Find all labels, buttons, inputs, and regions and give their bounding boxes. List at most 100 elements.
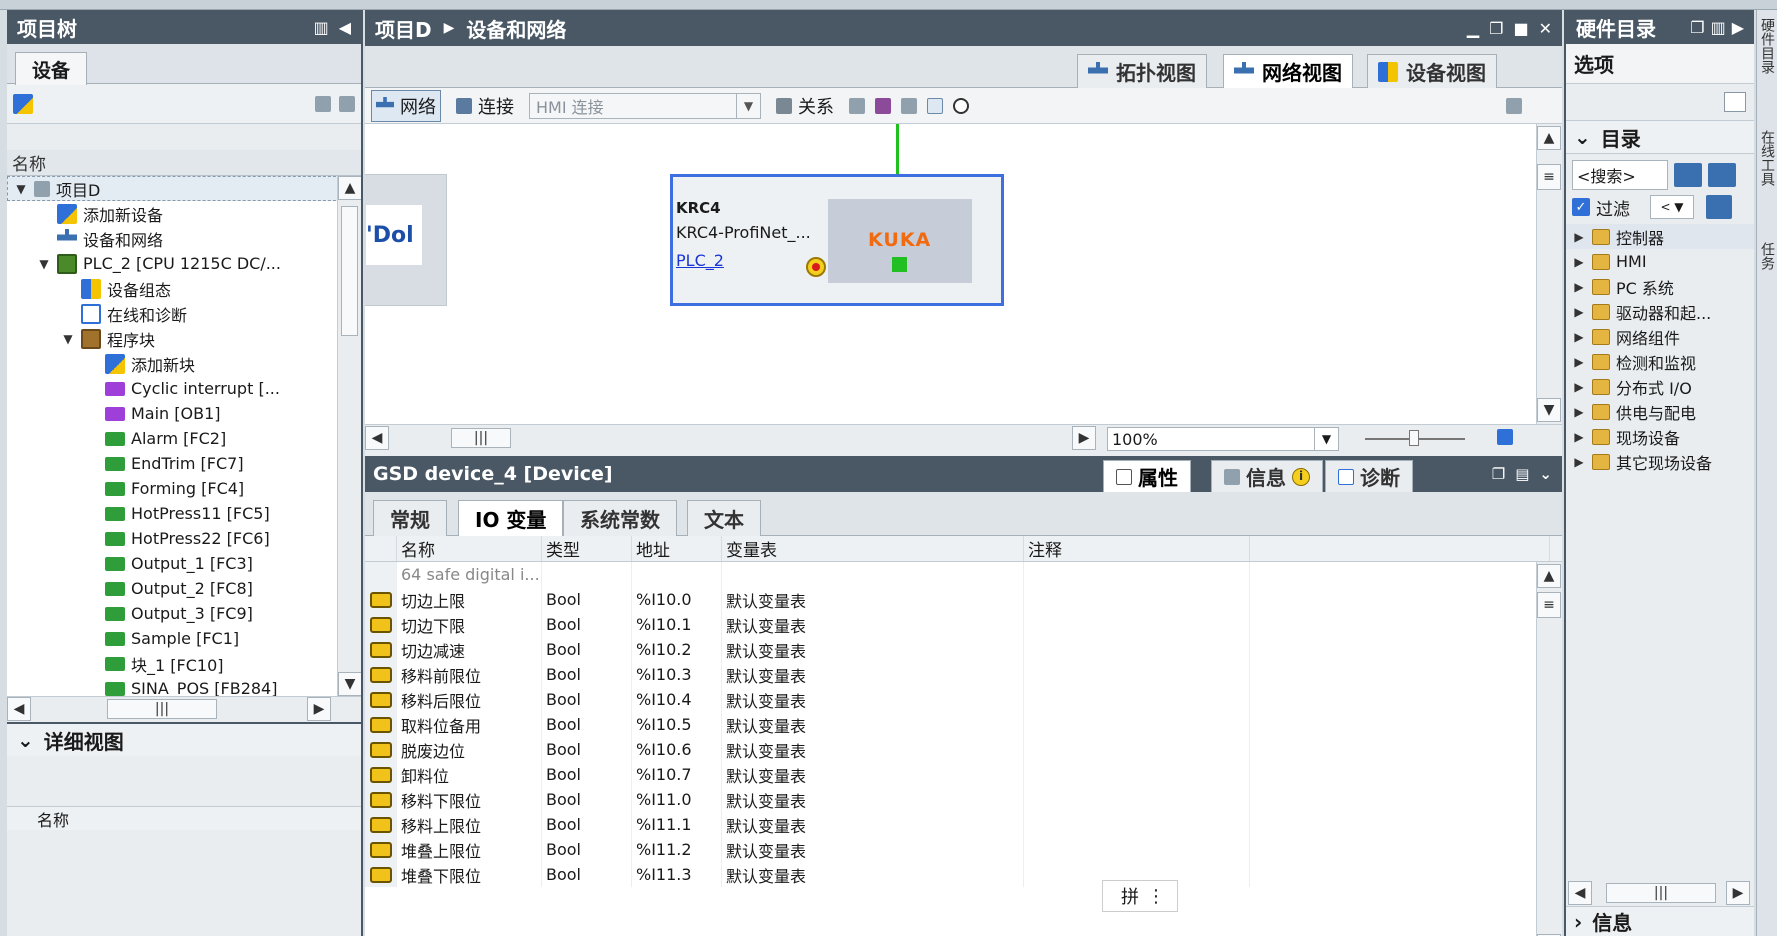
catalog-item[interactable]: ▶ 网络组件 <box>1566 324 1754 349</box>
table-row[interactable]: 移料后限位 Bool %I10.4 默认变量表 <box>365 687 1562 712</box>
cell-address[interactable]: %I11.0 <box>632 787 722 812</box>
cell-name[interactable]: 移料后限位 <box>397 687 542 712</box>
options-header[interactable]: 选项 <box>1566 44 1754 84</box>
controller-link[interactable]: PLC_2 <box>676 251 724 270</box>
tree-item[interactable]: ▼ 程序块 <box>7 326 361 351</box>
col-address[interactable]: 地址 <box>632 536 722 561</box>
cell-type[interactable]: Bool <box>542 637 632 662</box>
collapse-icon[interactable]: ⌄ <box>1539 465 1552 483</box>
tree-item[interactable]: ▼ 项目D <box>7 176 361 201</box>
connection-type-select[interactable]: HMI 连接 ▼ <box>529 92 761 119</box>
cell-type[interactable]: Bool <box>542 812 632 837</box>
options-toggle-icon[interactable] <box>1724 92 1746 112</box>
catalog-item[interactable]: ▶ 检测和监视 <box>1566 349 1754 374</box>
connect-button[interactable]: 连接 <box>451 90 519 122</box>
expand-arrow-icon[interactable]: ▼ <box>61 332 75 346</box>
expand-arrow-icon[interactable]: ▶ <box>1572 455 1586 469</box>
cell-name[interactable]: 切边下限 <box>397 612 542 637</box>
table-row[interactable]: 取料位备用 Bool %I10.5 默认变量表 <box>365 712 1562 737</box>
tab-system-constants[interactable]: 系统常数 <box>563 500 677 536</box>
expand-arrow-icon[interactable]: ▼ <box>14 182 28 196</box>
scroll-up-button[interactable]: ▲ <box>1537 564 1561 588</box>
expand-arrow-icon[interactable]: ▶ <box>1572 405 1586 419</box>
float-icon[interactable]: ❐ <box>1492 465 1505 483</box>
cell-type[interactable]: Bool <box>542 612 632 637</box>
scroll-thumb[interactable] <box>341 206 358 336</box>
table-scrollbar[interactable]: ▲ ≡ ▼ <box>1536 562 1562 936</box>
tree-item[interactable]: 添加新块 <box>7 351 361 376</box>
scroll-thumb[interactable]: ≡ <box>1537 164 1561 190</box>
cell-type[interactable]: Bool <box>542 787 632 812</box>
table-row[interactable]: 切边减速 Bool %I10.2 默认变量表 <box>365 637 1562 662</box>
cell-address[interactable]: %I10.7 <box>632 762 722 787</box>
cell-comment[interactable] <box>1024 712 1250 737</box>
tab-diagnostics[interactable]: 诊断 <box>1325 460 1413 492</box>
cell-address[interactable]: %I10.3 <box>632 662 722 687</box>
tab-general[interactable]: 常规 <box>373 500 447 536</box>
tab-topology-view[interactable]: 拓扑视图 <box>1077 54 1207 88</box>
tab-device-view[interactable]: 设备视图 <box>1367 54 1497 88</box>
cell-type[interactable]: Bool <box>542 587 632 612</box>
tab-network-view[interactable]: 网络视图 <box>1223 54 1353 88</box>
col-tag-table[interactable]: 变量表 <box>722 536 1024 561</box>
cell-name[interactable]: 切边上限 <box>397 587 542 612</box>
tree-scrollbar[interactable]: ▲ ▼ <box>337 176 361 696</box>
cell-type[interactable]: Bool <box>542 687 632 712</box>
catalog-item[interactable]: ▶ HMI <box>1566 249 1754 274</box>
split-icon[interactable]: ▤ <box>1515 465 1529 483</box>
cell-name[interactable]: 64 safe digital i... <box>397 562 542 587</box>
close-icon[interactable]: ✕ <box>1539 19 1552 38</box>
scroll-up-button[interactable]: ▲ <box>1537 126 1561 150</box>
new-device-icon[interactable] <box>13 93 33 114</box>
tree-item[interactable]: Main [OB1] <box>7 401 361 426</box>
cell-address[interactable]: %I11.2 <box>632 837 722 862</box>
cell-table[interactable]: 默认变量表 <box>722 787 1024 812</box>
cell-address[interactable]: %I10.5 <box>632 712 722 737</box>
scroll-left-button[interactable]: ◀ <box>365 426 389 450</box>
cell-table[interactable]: 默认变量表 <box>722 812 1024 837</box>
table-row[interactable]: 堆叠下限位 Bool %I11.3 默认变量表 <box>365 862 1562 887</box>
col-name[interactable]: 名称 <box>397 536 542 561</box>
search-up-icon[interactable] <box>1708 163 1736 187</box>
profinet-port[interactable] <box>892 257 907 272</box>
expand-arrow-icon[interactable]: ▶ <box>1572 430 1586 444</box>
table-row[interactable]: 卸料位 Bool %I10.7 默认变量表 <box>365 762 1562 787</box>
catalog-item[interactable]: ▶ 分布式 I/O <box>1566 374 1754 399</box>
scroll-left-button[interactable]: ◀ <box>7 697 31 721</box>
table-row[interactable]: 切边上限 Bool %I10.0 默认变量表 <box>365 587 1562 612</box>
name-icon[interactable] <box>849 97 865 114</box>
cell-comment[interactable] <box>1024 762 1250 787</box>
cell-table[interactable]: 默认变量表 <box>722 612 1024 637</box>
expand-arrow-icon[interactable]: ▶ <box>1572 355 1586 369</box>
catalog-item[interactable]: ▶ 驱动器和起... <box>1566 299 1754 324</box>
tree-item[interactable]: 设备和网络 <box>7 226 361 251</box>
grid-icon[interactable] <box>901 97 917 114</box>
zoom-select[interactable]: 100% ▼ <box>1107 427 1339 451</box>
overview-icon[interactable] <box>875 97 891 114</box>
export-icon[interactable] <box>339 95 355 112</box>
tree-hscrollbar[interactable]: ◀ ||| ▶ <box>7 696 361 722</box>
cell-table[interactable]: 默认变量表 <box>722 637 1024 662</box>
tree-item[interactable]: 块_1 [FC10] <box>7 651 361 676</box>
float-icon[interactable]: ❐ <box>1690 18 1704 37</box>
scroll-up-button[interactable]: ▲ <box>338 176 361 200</box>
cell-table[interactable] <box>722 562 1024 587</box>
tab-texts[interactable]: 文本 <box>687 500 761 536</box>
cell-name[interactable]: 移料下限位 <box>397 787 542 812</box>
catalog-item[interactable]: ▶ 其它现场设备 <box>1566 449 1754 474</box>
cell-name[interactable]: 移料前限位 <box>397 662 542 687</box>
cell-address[interactable] <box>632 562 722 587</box>
layout-icon[interactable] <box>1506 97 1522 114</box>
cell-comment[interactable] <box>1024 687 1250 712</box>
restore-icon[interactable]: ❐ <box>1489 19 1503 38</box>
side-tab-online-tools[interactable]: 在线工具 <box>1757 122 1777 194</box>
tree-item[interactable]: Output_2 [FC8] <box>7 576 361 601</box>
cell-address[interactable]: %I10.1 <box>632 612 722 637</box>
expand-arrow-icon[interactable]: ▼ <box>37 257 51 271</box>
filter-checkbox[interactable]: ✓ <box>1572 198 1590 216</box>
table-row[interactable]: 移料上限位 Bool %I11.1 默认变量表 <box>365 812 1562 837</box>
tree-item[interactable]: Output_3 [FC9] <box>7 601 361 626</box>
hscroll-thumb[interactable]: ||| <box>107 699 217 719</box>
table-row[interactable]: 移料前限位 Bool %I10.3 默认变量表 <box>365 662 1562 687</box>
tree-item[interactable]: HotPress22 [FC6] <box>7 526 361 551</box>
